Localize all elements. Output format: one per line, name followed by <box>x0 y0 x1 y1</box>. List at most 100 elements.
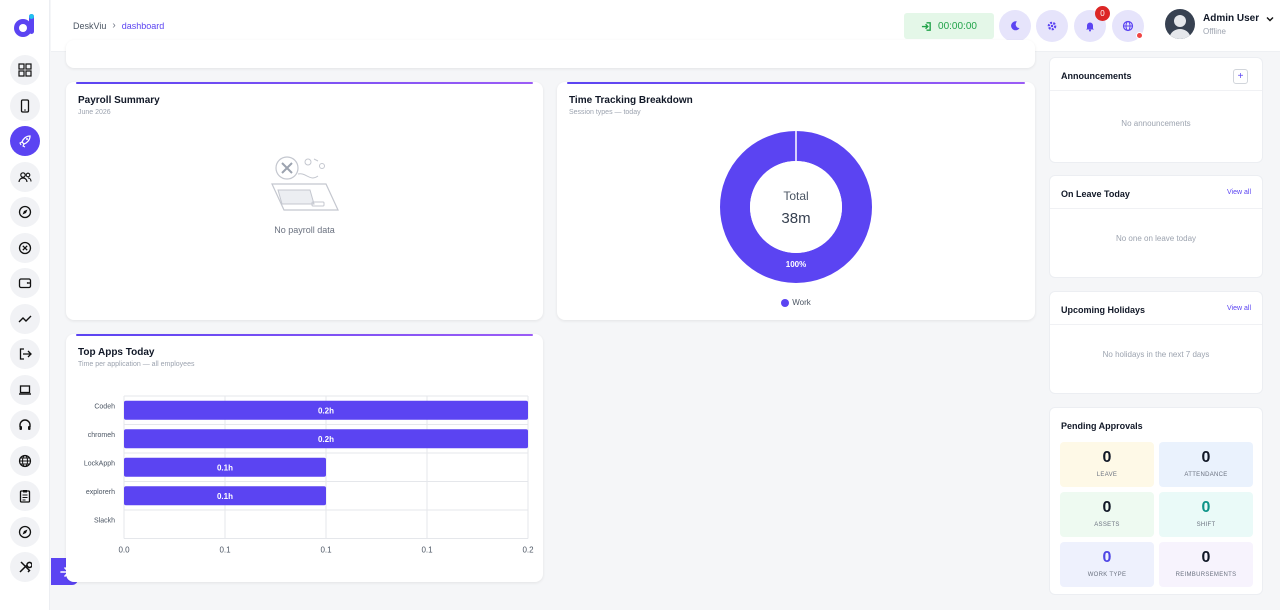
moon-icon <box>1011 21 1020 31</box>
on-leave-title: On Leave Today <box>1061 189 1130 199</box>
login-icon <box>921 21 931 31</box>
gear-icon <box>1047 21 1057 31</box>
announcements-title: Announcements <box>1061 71 1132 81</box>
avatar <box>1165 9 1195 39</box>
bar-data-label: 0.2h <box>318 406 334 415</box>
holidays-view-all-link[interactable]: View all <box>1227 305 1251 312</box>
clock-in-timer-button[interactable]: 00:00:00 <box>904 13 994 39</box>
sidebar-item-logout[interactable] <box>10 339 40 369</box>
tools-icon <box>19 561 32 573</box>
donut-center <box>750 161 842 253</box>
top-apps-bar-chart: 0.0 0.1 0.1 0.1 0.2 Codeh 0.2h chromeh 0.2h LockA… <box>84 395 534 555</box>
sidebar-item-trend[interactable] <box>10 304 40 334</box>
theme-toggle-button[interactable] <box>999 10 1031 42</box>
approval-count: 0 <box>1102 499 1112 516</box>
sidebar-item-clipboard[interactable] <box>10 481 40 511</box>
approval-tile-work-type[interactable]: 0 WORK TYPE <box>1060 542 1154 587</box>
legend-label: Work <box>792 298 811 307</box>
divider <box>1050 90 1262 91</box>
bar-data-label: 0.1h <box>217 463 233 472</box>
notifications-button[interactable]: 0 <box>1074 6 1110 42</box>
sidebar-item-cancel-circle[interactable] <box>10 233 40 263</box>
approval-tile-shift[interactable]: 0 SHIFT <box>1159 492 1253 537</box>
sidebar-item-rocket[interactable] <box>10 126 40 156</box>
payroll-summary-card: Payroll Summary June 2026 No payroll dat… <box>66 82 543 320</box>
donut-center-label: Total <box>783 189 809 203</box>
card-accent <box>567 82 1025 84</box>
time-tracking-subtitle: Session types — today <box>569 109 641 116</box>
time-tracking-title: Time Tracking Breakdown <box>569 95 693 106</box>
bell-icon <box>1086 22 1094 32</box>
rocket-icon <box>19 135 31 148</box>
settings-button[interactable] <box>1036 10 1068 42</box>
sidebar-item-wallet[interactable] <box>10 268 40 298</box>
timer-value: 00:00:00 <box>938 20 977 32</box>
user-name: Admin User <box>1203 13 1260 24</box>
compass-icon <box>18 205 32 219</box>
approval-count: 0 <box>1201 499 1211 516</box>
sidebar <box>0 0 50 610</box>
on-leave-empty-text: No one on leave today <box>1115 234 1197 243</box>
notification-count-badge: 0 <box>1095 6 1110 21</box>
donut-slice-label: 100% <box>785 260 807 269</box>
globe-icon <box>18 454 32 468</box>
approval-tile-reimbursements[interactable]: 0 REIMBURSEMENTS <box>1159 542 1253 587</box>
deskviu-logo[interactable] <box>13 13 37 39</box>
legend-swatch <box>781 298 790 307</box>
approval-label: ASSETS <box>1094 522 1120 528</box>
sidebar-item-compass[interactable] <box>10 197 40 227</box>
sidebar-item-headset[interactable] <box>10 410 40 440</box>
approval-count: 0 <box>1201 549 1211 566</box>
payroll-title: Payroll Summary <box>78 95 160 106</box>
laptop-icon <box>19 385 31 395</box>
divider <box>1050 208 1262 209</box>
top-apps-card: Top Apps Today Time per application — al… <box>66 334 543 582</box>
y-tick-label: explorerh <box>86 489 115 496</box>
on-leave-card: On Leave Today View all No one on leave … <box>1049 175 1263 278</box>
y-tick-label: chromeh <box>88 432 115 439</box>
approval-tile-leave[interactable]: 0 LEAVE <box>1060 442 1154 487</box>
sidebar-item-laptop[interactable] <box>10 375 40 405</box>
divider <box>1050 324 1262 325</box>
sidebar-item-tools[interactable] <box>10 552 40 582</box>
approval-tile-attendance[interactable]: 0 ATTENDANCE <box>1159 442 1253 487</box>
approval-label: LEAVE <box>1096 472 1118 478</box>
approval-label: WORK TYPE <box>1087 572 1127 578</box>
breadcrumb-home[interactable]: DeskViu <box>73 21 106 31</box>
x-tick-label: 0.1 <box>320 546 332 555</box>
bar-data-label: 0.2h <box>318 435 334 444</box>
sidebar-item-globe[interactable] <box>10 446 40 476</box>
pending-approvals-title: Pending Approvals <box>1061 421 1143 431</box>
clipboard-icon <box>19 490 31 503</box>
status-dot <box>1136 32 1143 39</box>
pending-approvals-card: Pending Approvals 0 LEAVE 0 ATTENDANCE 0 ASSE… <box>1049 407 1263 595</box>
card-accent <box>76 82 533 84</box>
approval-label: ATTENDANCE <box>1184 472 1228 478</box>
empty-data-illustration-icon <box>271 156 339 211</box>
upcoming-holidays-card: Upcoming Holidays View all No holidays i… <box>1049 291 1263 394</box>
sidebar-item-users[interactable] <box>10 162 40 192</box>
sidebar-item-grid[interactable] <box>10 55 40 85</box>
sidebar-item-phone[interactable] <box>10 91 40 121</box>
holidays-empty-text: No holidays in the next 7 days <box>1102 350 1210 359</box>
y-tick-label: Codeh <box>94 403 115 410</box>
announcements-card: Announcements + No announcements <box>1049 57 1263 163</box>
donut-legend[interactable]: Work <box>557 298 1035 307</box>
donut-center-value: 38m <box>781 210 811 227</box>
approval-count: 0 <box>1102 449 1112 466</box>
breadcrumb: DeskViu › dashboard <box>73 20 164 31</box>
globe-icon <box>1122 20 1134 32</box>
announcements-empty-text: No announcements <box>1121 119 1191 128</box>
approval-label: SHIFT <box>1196 522 1216 528</box>
sidebar-item-compass[interactable] <box>10 517 40 547</box>
on-leave-view-all-link[interactable]: View all <box>1227 189 1251 196</box>
user-menu[interactable]: Admin User Offline <box>1165 9 1274 39</box>
x-tick-label: 0.2 <box>522 546 534 555</box>
user-status: Offline <box>1203 27 1226 36</box>
approval-tile-assets[interactable]: 0 ASSETS <box>1060 492 1154 537</box>
grid-icon <box>18 63 32 77</box>
payroll-empty-text: No payroll data <box>274 225 335 235</box>
wallet-icon <box>18 278 32 289</box>
add-announcement-button[interactable]: + <box>1233 69 1248 84</box>
logout-icon <box>19 348 32 360</box>
